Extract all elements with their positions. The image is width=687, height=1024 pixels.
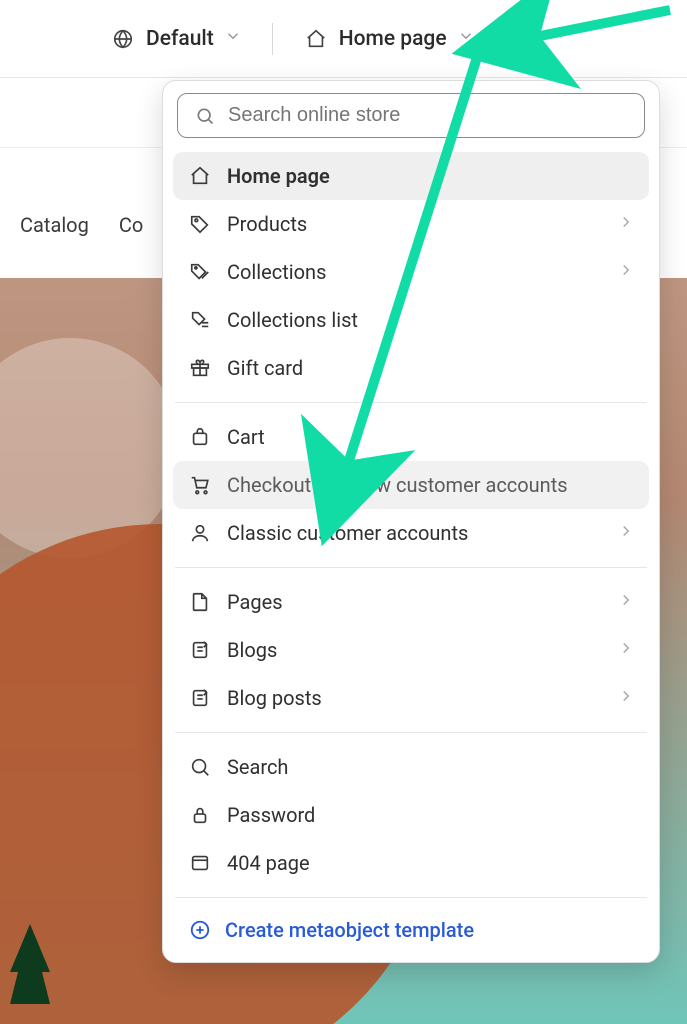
- menu-item-label: Products: [227, 212, 307, 236]
- menu-item-label: Gift card: [227, 356, 303, 380]
- top-bar: Default Home page: [0, 0, 687, 78]
- menu-item-checkout[interactable]: Checkout and new customer accounts: [173, 461, 649, 509]
- globe-icon: [110, 28, 136, 50]
- menu-item-label: Home page: [227, 164, 330, 188]
- menu-item-label: Blog posts: [227, 686, 322, 710]
- search-icon: [187, 756, 213, 778]
- page-label: Home page: [339, 27, 447, 51]
- cart-icon: [187, 474, 213, 496]
- chevron-right-icon: [617, 521, 635, 545]
- tags-list-icon: [187, 309, 213, 331]
- browser-icon: [187, 852, 213, 874]
- person-icon: [187, 522, 213, 544]
- chevron-right-icon: [617, 212, 635, 236]
- menu-item-home[interactable]: Home page: [173, 152, 649, 200]
- create-label: Create metaobject template: [225, 918, 474, 942]
- menu-item-classic[interactable]: Classic customer accounts: [173, 509, 649, 557]
- chevron-right-icon: [617, 686, 635, 710]
- menu-item-label: 404 page: [227, 851, 310, 875]
- nav-link-co[interactable]: Co: [119, 213, 143, 237]
- menu-item-collist[interactable]: Collections list: [173, 296, 649, 344]
- page-selector[interactable]: Home page: [303, 27, 475, 51]
- gift-icon: [187, 357, 213, 379]
- home-icon: [303, 28, 329, 50]
- bag-icon: [187, 426, 213, 448]
- menu-item-cart[interactable]: Cart: [173, 413, 649, 461]
- create-metaobject-template[interactable]: Create metaobject template: [173, 904, 649, 956]
- menu-item-giftcard[interactable]: Gift card: [173, 344, 649, 392]
- tags-icon: [187, 261, 213, 283]
- divider: [175, 402, 647, 403]
- chevron-right-icon: [617, 590, 635, 614]
- menu-item-blogposts[interactable]: Blog posts: [173, 674, 649, 722]
- menu-item-label: Collections: [227, 260, 326, 284]
- menu-item-label: Collections list: [227, 308, 358, 332]
- menu-item-label: Password: [227, 803, 315, 827]
- menu-item-label: Classic customer accounts: [227, 521, 468, 545]
- plus-circle-icon: [187, 919, 213, 941]
- theme-label: Default: [146, 27, 214, 51]
- home-icon: [187, 165, 213, 187]
- page-dropdown: Home page Products Collections Collections …: [162, 80, 660, 963]
- nav-link-catalog[interactable]: Catalog: [20, 213, 89, 237]
- divider: [272, 23, 273, 55]
- note-icon: [187, 687, 213, 709]
- menu-item-label: Blogs: [227, 638, 277, 662]
- search-icon: [192, 106, 218, 126]
- divider: [175, 897, 647, 898]
- page-icon: [187, 591, 213, 613]
- search-box[interactable]: [177, 93, 645, 138]
- theme-selector[interactable]: Default: [110, 27, 242, 51]
- menu-item-search[interactable]: Search: [173, 743, 649, 791]
- menu-item-collections[interactable]: Collections: [173, 248, 649, 296]
- chevron-down-icon: [224, 27, 242, 51]
- chevron-down-icon: [457, 27, 475, 51]
- chevron-right-icon: [617, 638, 635, 662]
- menu-item-password[interactable]: Password: [173, 791, 649, 839]
- tag-icon: [187, 213, 213, 235]
- chevron-right-icon: [617, 260, 635, 284]
- menu-item-label: Checkout and new customer accounts: [227, 473, 568, 497]
- menu-item-products[interactable]: Products: [173, 200, 649, 248]
- menu-item-label: Search: [227, 755, 288, 779]
- note-icon: [187, 639, 213, 661]
- menu-item-pages[interactable]: Pages: [173, 578, 649, 626]
- divider: [175, 732, 647, 733]
- search-input[interactable]: [228, 104, 630, 127]
- menu-item-404[interactable]: 404 page: [173, 839, 649, 887]
- lock-icon: [187, 804, 213, 826]
- menu-item-label: Pages: [227, 590, 283, 614]
- menu-item-blogs[interactable]: Blogs: [173, 626, 649, 674]
- menu-item-label: Cart: [227, 425, 265, 449]
- divider: [175, 567, 647, 568]
